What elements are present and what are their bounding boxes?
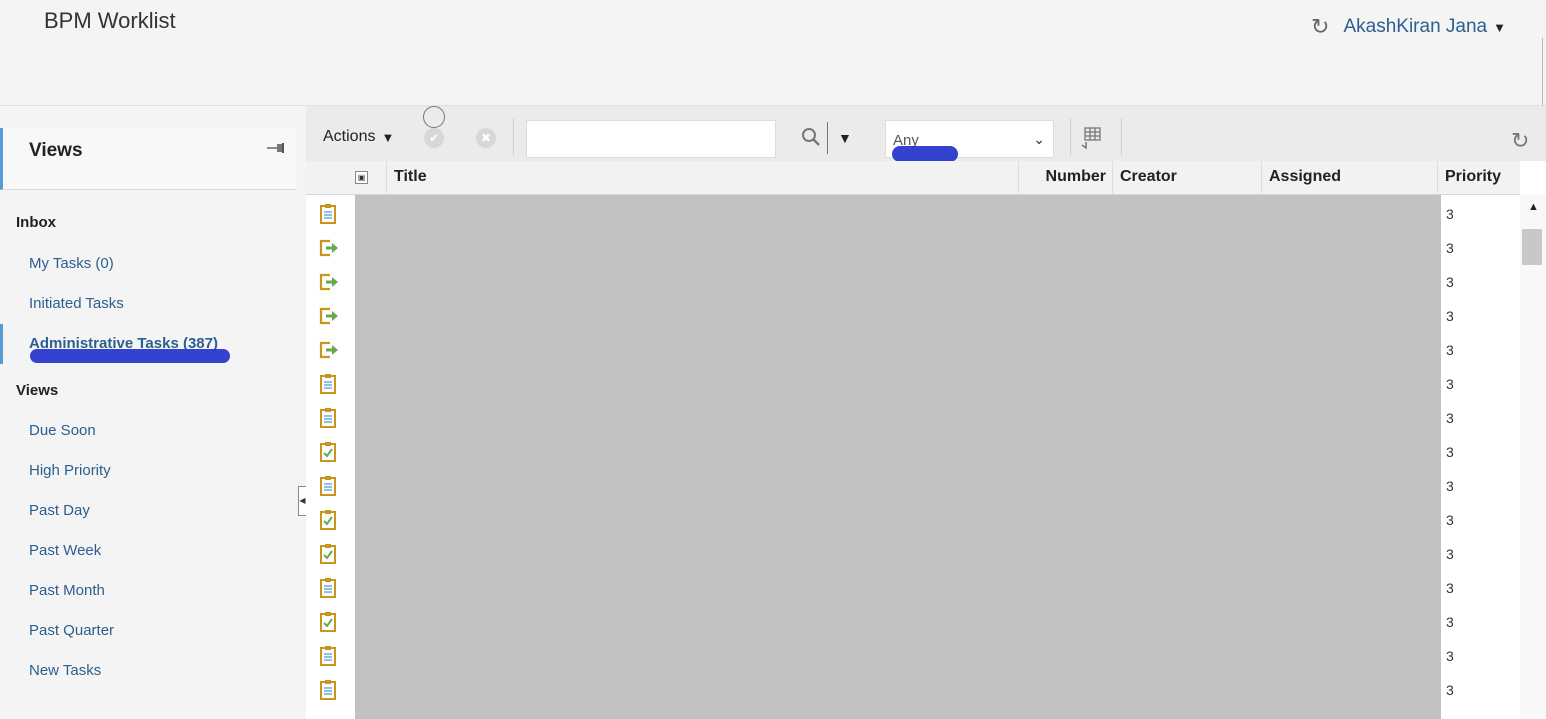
nav-my-tasks[interactable]: My Tasks (0) — [29, 255, 114, 272]
user-menu[interactable]: AkashKiran Jana ▼ — [1343, 16, 1506, 38]
row-priority: 3 — [1446, 580, 1454, 596]
row-priority: 3 — [1446, 206, 1454, 222]
clipboard-check-icon[interactable] — [318, 509, 338, 531]
pin-icon[interactable] — [265, 140, 289, 156]
toolbar-divider — [1070, 118, 1071, 156]
sidebar-title: Views — [29, 140, 83, 161]
row-priority: 3 — [1446, 546, 1454, 562]
app: BPM Worklist ↻ AkashKiran Jana ▼ Views I… — [0, 0, 1546, 719]
actions-label: Actions — [323, 128, 376, 145]
row-priority: 3 — [1446, 614, 1454, 630]
user-area: ↻ AkashKiran Jana ▼ — [1311, 14, 1506, 40]
row-priority: 3 — [1446, 342, 1454, 358]
window-edge — [1542, 38, 1546, 106]
nav-due-soon[interactable]: Due Soon — [29, 422, 96, 439]
nav-past-day[interactable]: Past Day — [29, 502, 90, 519]
column-chooser-icon[interactable] — [1080, 126, 1102, 150]
refresh-icon[interactable]: ↻ — [1311, 14, 1329, 40]
toolbar-divider — [513, 118, 514, 156]
row-priority: 3 — [1446, 410, 1454, 426]
actions-menu-button[interactable]: Actions ▼ — [323, 128, 394, 146]
approve-icon[interactable]: ✔ — [424, 128, 444, 148]
row-priority: 3 — [1446, 308, 1454, 324]
search-icon[interactable] — [800, 126, 822, 148]
nav-past-month[interactable]: Past Month — [29, 582, 105, 599]
column-creator[interactable]: Creator — [1112, 161, 1261, 195]
loading-indicator-icon — [423, 106, 445, 128]
column-priority[interactable]: Priority — [1437, 161, 1520, 195]
reassign-icon[interactable] — [318, 339, 338, 361]
sidebar: Views Inbox My Tasks (0) Initiated Tasks… — [0, 106, 306, 719]
clipboard-check-icon[interactable] — [318, 611, 338, 633]
row-priority: 3 — [1446, 376, 1454, 392]
section-views: Views — [16, 382, 59, 399]
clipboard-icon[interactable] — [318, 407, 338, 429]
clipboard-icon[interactable] — [318, 679, 338, 701]
scroll-thumb[interactable] — [1522, 229, 1542, 265]
nav-high-priority[interactable]: High Priority — [29, 462, 111, 479]
main-panel: Actions ▼ ✔ ✖ ▼ Any ⌄ ↻ ▣ Title Number C… — [306, 106, 1546, 719]
row-priority: 3 — [1446, 682, 1454, 698]
caret-down-icon: ▼ — [381, 129, 395, 145]
redacted-content — [355, 195, 1441, 719]
clipboard-icon[interactable] — [318, 645, 338, 667]
app-title: BPM Worklist — [44, 8, 176, 33]
search-divider — [827, 122, 828, 154]
toolbar-divider — [1121, 118, 1122, 156]
redaction-scribble — [892, 146, 958, 162]
clipboard-icon[interactable] — [318, 373, 338, 395]
refresh-table-icon[interactable]: ↻ — [1511, 128, 1529, 154]
row-priority: 3 — [1446, 444, 1454, 460]
search-input[interactable] — [526, 120, 776, 158]
table-body: 3 3 3 3 3 3 3 3 3 3 3 3 3 3 3 — [306, 195, 1520, 719]
table-header: ▣ Title Number Creator Assigned Priority — [306, 161, 1520, 195]
nav-new-tasks[interactable]: New Tasks — [29, 662, 101, 679]
row-priority: 3 — [1446, 512, 1454, 528]
section-inbox: Inbox — [16, 214, 56, 231]
toolbar: Actions ▼ ✔ ✖ ▼ Any ⌄ ↻ — [306, 106, 1546, 162]
vertical-scrollbar[interactable]: ▲ — [1520, 195, 1546, 719]
clipboard-check-icon[interactable] — [318, 441, 338, 463]
clipboard-icon[interactable] — [318, 577, 338, 599]
caret-down-icon: ▼ — [1493, 19, 1506, 35]
sidebar-header: Views — [0, 128, 296, 190]
reject-icon[interactable]: ✖ — [476, 128, 496, 148]
row-priority: 3 — [1446, 274, 1454, 290]
redaction-scribble — [30, 349, 230, 363]
active-indicator — [0, 324, 3, 364]
user-name: AkashKiran Jana — [1343, 16, 1488, 37]
nav-past-quarter[interactable]: Past Quarter — [29, 622, 114, 639]
nav-past-week[interactable]: Past Week — [29, 542, 101, 559]
reassign-icon[interactable] — [318, 305, 338, 327]
clipboard-icon[interactable] — [318, 475, 338, 497]
scroll-up-arrow-icon[interactable]: ▲ — [1528, 201, 1539, 213]
row-priority: 3 — [1446, 648, 1454, 664]
expand-columns-icon[interactable]: ▣ — [355, 171, 368, 184]
reassign-icon[interactable] — [318, 237, 338, 259]
nav-initiated-tasks[interactable]: Initiated Tasks — [29, 295, 124, 312]
chevron-down-icon: ⌄ — [1033, 131, 1045, 147]
search-options-button[interactable]: ▼ — [838, 130, 852, 146]
column-number[interactable]: Number — [1018, 161, 1112, 195]
reassign-icon[interactable] — [318, 271, 338, 293]
clipboard-check-icon[interactable] — [318, 543, 338, 565]
clipboard-icon[interactable] — [318, 203, 338, 225]
column-assigned[interactable]: Assigned — [1261, 161, 1437, 195]
row-priority: 3 — [1446, 478, 1454, 494]
app-header: BPM Worklist ↻ AkashKiran Jana ▼ — [0, 0, 1546, 106]
column-title[interactable]: Title — [386, 161, 1018, 195]
row-priority: 3 — [1446, 240, 1454, 256]
